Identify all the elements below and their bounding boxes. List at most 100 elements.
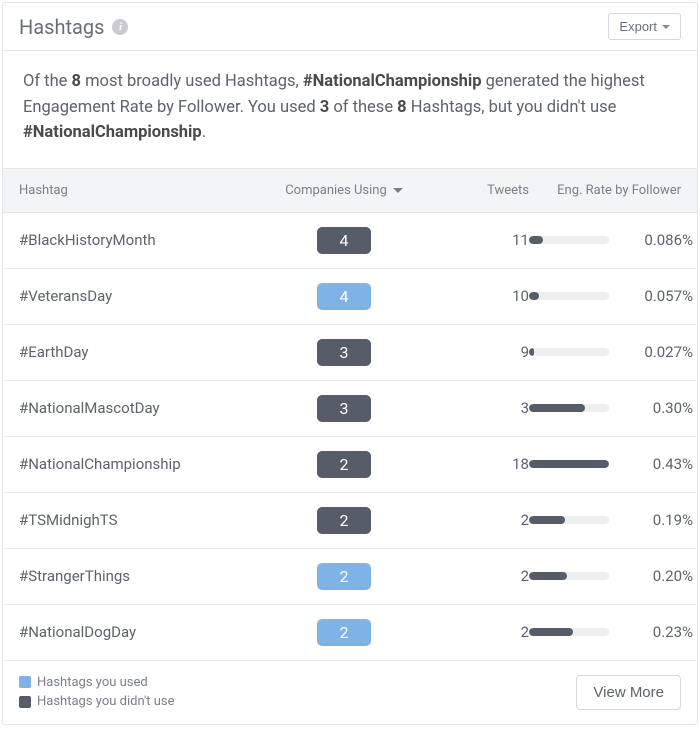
legend-swatch-not-used <box>19 696 31 708</box>
companies-badge: 3 <box>317 395 371 422</box>
eng-cell: 0.086% <box>529 231 693 249</box>
eng-value: 0.30% <box>623 399 693 417</box>
eng-bar-fill <box>529 460 609 468</box>
export-label: Export <box>619 19 657 34</box>
table-row[interactable]: #VeteransDay 4 10 0.057% <box>3 269 697 325</box>
eng-value: 0.086% <box>623 231 693 249</box>
eng-bar-fill <box>529 628 573 636</box>
tweets-cell: 2 <box>419 567 529 585</box>
summary-total: 8 <box>72 72 81 91</box>
summary-text: Of the 8 most broadly used Hashtags, #Na… <box>3 51 697 168</box>
table-row[interactable]: #EarthDay 3 9 0.027% <box>3 325 697 381</box>
legend-used-label: Hashtags you used <box>37 673 148 693</box>
companies-cell: 3 <box>269 395 419 422</box>
hashtag-cell: #NationalMascotDay <box>19 399 269 417</box>
view-more-button[interactable]: View More <box>576 675 681 710</box>
eng-value: 0.19% <box>623 511 693 529</box>
eng-bar-fill <box>529 516 565 524</box>
eng-bar-track <box>529 460 609 468</box>
table-row[interactable]: #NationalMascotDay 3 3 0.30% <box>3 381 697 437</box>
tweets-cell: 18 <box>419 455 529 473</box>
table-row[interactable]: #TSMidnighTS 2 2 0.19% <box>3 493 697 549</box>
eng-cell: 0.30% <box>529 399 693 417</box>
page-title: Hashtags <box>19 15 104 39</box>
companies-cell: 2 <box>269 619 419 646</box>
summary-top-hashtag: #NationalChampionship <box>303 72 482 91</box>
eng-bar-track <box>529 292 609 300</box>
hashtags-card: Hashtags i Export Of the 8 most broadly … <box>2 2 698 725</box>
eng-cell: 0.027% <box>529 343 693 361</box>
eng-value: 0.43% <box>623 455 693 473</box>
tweets-cell: 11 <box>419 231 529 249</box>
eng-bar-track <box>529 572 609 580</box>
eng-bar-fill <box>529 404 585 412</box>
eng-value: 0.057% <box>623 287 693 305</box>
summary-total2: 8 <box>397 98 406 117</box>
legend: Hashtags you used Hashtags you didn't us… <box>19 673 175 712</box>
eng-bar-fill <box>529 348 534 356</box>
eng-bar-fill <box>529 572 567 580</box>
companies-cell: 2 <box>269 451 419 478</box>
tweets-cell: 2 <box>419 511 529 529</box>
summary-used: 3 <box>320 98 329 117</box>
summary-part: . <box>202 123 206 142</box>
companies-badge: 2 <box>317 507 371 534</box>
eng-bar-track <box>529 516 609 524</box>
eng-value: 0.23% <box>623 623 693 641</box>
summary-part: most broadly used Hashtags, <box>81 72 303 91</box>
info-icon[interactable]: i <box>112 19 128 35</box>
table-row[interactable]: #BlackHistoryMonth 4 11 0.086% <box>3 213 697 269</box>
companies-cell: 4 <box>269 283 419 310</box>
summary-top-hashtag2: #NationalChampionship <box>23 123 202 142</box>
eng-bar-track <box>529 236 609 244</box>
table-row[interactable]: #StrangerThings 2 2 0.20% <box>3 549 697 605</box>
companies-badge: 4 <box>317 283 371 310</box>
legend-swatch-used <box>19 676 31 688</box>
tweets-cell: 2 <box>419 623 529 641</box>
title-wrap: Hashtags i <box>19 15 128 39</box>
eng-cell: 0.20% <box>529 567 693 585</box>
legend-not-used-label: Hashtags you didn't use <box>37 692 175 712</box>
summary-part: Of the <box>23 72 72 91</box>
hashtag-cell: #EarthDay <box>19 343 269 361</box>
hashtag-cell: #StrangerThings <box>19 567 269 585</box>
eng-value: 0.20% <box>623 567 693 585</box>
companies-badge: 2 <box>317 619 371 646</box>
companies-cell: 4 <box>269 227 419 254</box>
legend-used: Hashtags you used <box>19 673 175 693</box>
table-body: #BlackHistoryMonth 4 11 0.086% #VeteransDay 4… <box>3 213 697 661</box>
tweets-cell: 3 <box>419 399 529 417</box>
table-header: Hashtag Companies Using Tweets Eng. Rate… <box>3 168 697 213</box>
table-row[interactable]: #NationalDogDay 2 2 0.23% <box>3 605 697 661</box>
companies-badge: 2 <box>317 451 371 478</box>
hashtag-cell: #NationalDogDay <box>19 623 269 641</box>
hashtag-cell: #TSMidnighTS <box>19 511 269 529</box>
eng-cell: 0.23% <box>529 623 693 641</box>
eng-cell: 0.43% <box>529 455 693 473</box>
eng-value: 0.027% <box>623 343 693 361</box>
companies-cell: 2 <box>269 507 419 534</box>
eng-bar-track <box>529 628 609 636</box>
eng-cell: 0.19% <box>529 511 693 529</box>
companies-badge: 2 <box>317 563 371 590</box>
hashtag-cell: #NationalChampionship <box>19 455 269 473</box>
table-row[interactable]: #NationalChampionship 2 18 0.43% <box>3 437 697 493</box>
companies-badge: 4 <box>317 227 371 254</box>
tweets-cell: 9 <box>419 343 529 361</box>
companies-badge: 3 <box>317 339 371 366</box>
hashtag-cell: #BlackHistoryMonth <box>19 231 269 249</box>
col-tweets[interactable]: Tweets <box>419 183 529 198</box>
export-button[interactable]: Export <box>608 13 681 40</box>
col-hashtag[interactable]: Hashtag <box>19 183 269 198</box>
sort-desc-icon <box>393 188 403 193</box>
eng-cell: 0.057% <box>529 287 693 305</box>
eng-bar-fill <box>529 236 543 244</box>
tweets-cell: 10 <box>419 287 529 305</box>
legend-not-used: Hashtags you didn't use <box>19 692 175 712</box>
hashtag-cell: #VeteransDay <box>19 287 269 305</box>
col-companies[interactable]: Companies Using <box>269 183 419 198</box>
col-eng[interactable]: Eng. Rate by Follower <box>529 183 681 198</box>
eng-bar-track <box>529 348 609 356</box>
eng-bar-fill <box>529 292 539 300</box>
summary-part: of these <box>329 98 397 117</box>
